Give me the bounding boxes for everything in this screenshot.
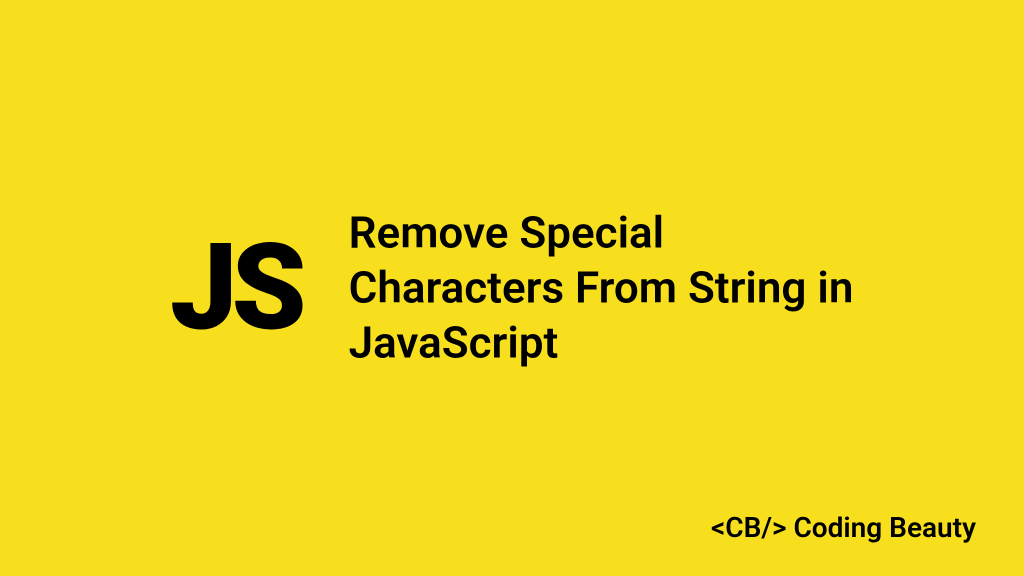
main-content: JS Remove Special Characters From String… [0,206,1024,371]
javascript-logo: JS [170,228,301,348]
article-title: Remove Special Characters From String in… [349,206,889,371]
brand-signature: <CB/> Coding Beauty [711,511,976,544]
